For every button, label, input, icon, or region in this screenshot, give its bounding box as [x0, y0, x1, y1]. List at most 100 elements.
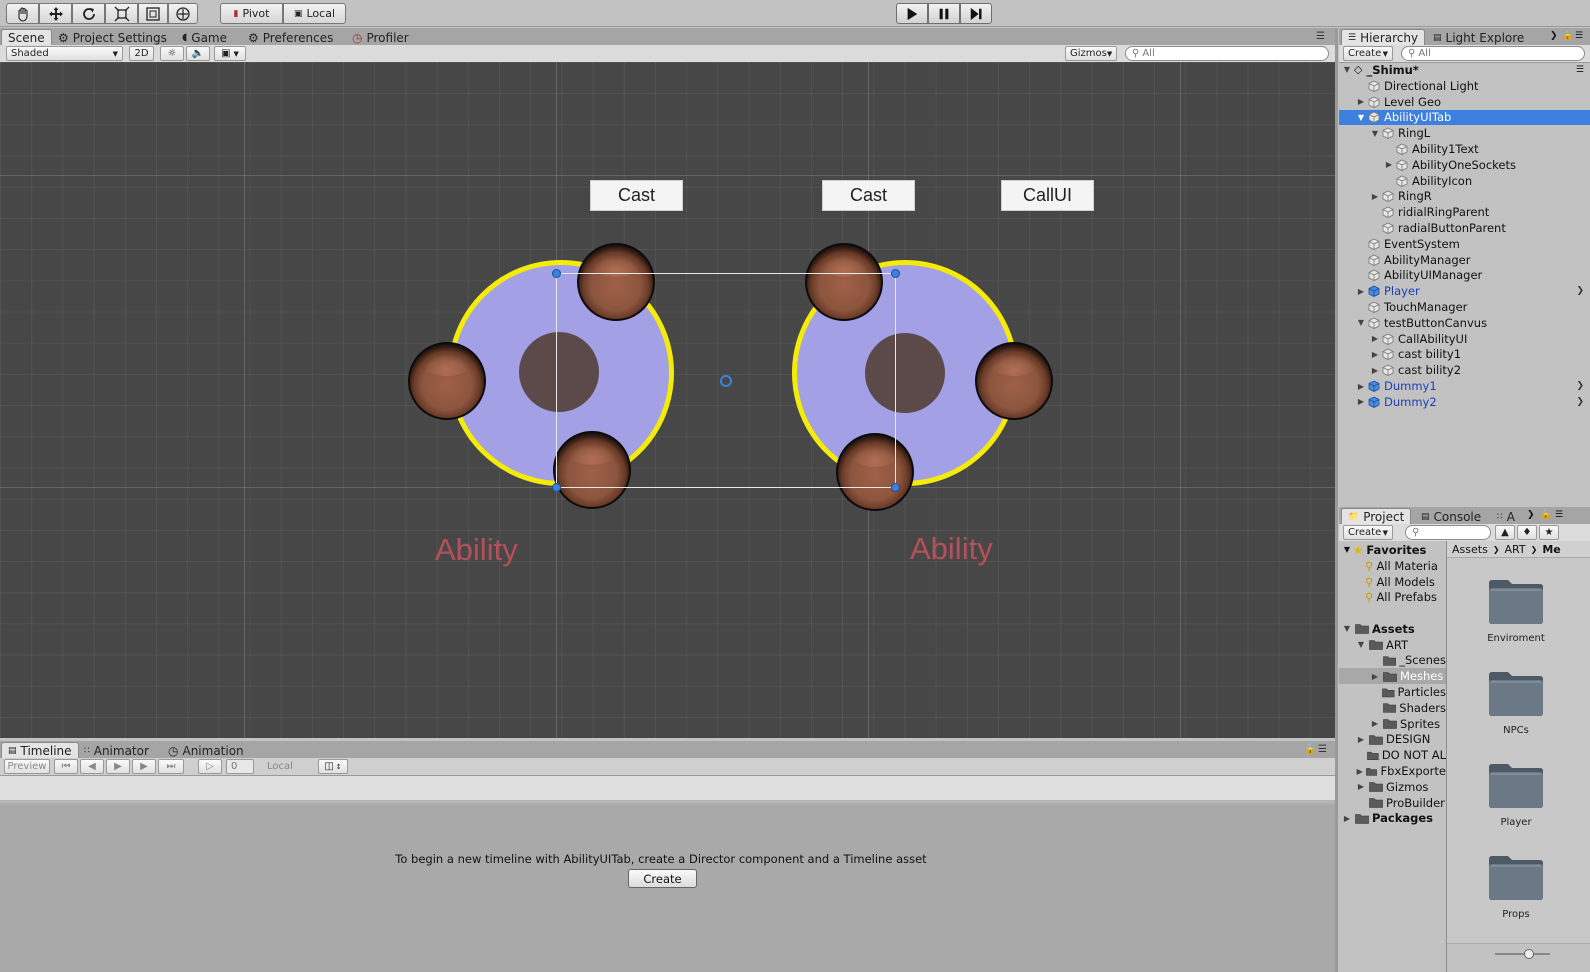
expand-arrow-icon[interactable]: ▼ — [1356, 318, 1366, 327]
tab-animation[interactable]: ◷ Animation — [162, 742, 250, 759]
collapse-arrow-icon[interactable]: ▶ — [1341, 814, 1353, 823]
tab-audio[interactable]: ∷ A — [1491, 508, 1521, 525]
hierarchy-item[interactable]: ▶ Player ❯ — [1339, 283, 1590, 299]
expand-arrow-icon[interactable]: ▼ — [1356, 113, 1366, 122]
tab-project-settings[interactable]: ⚙ Project Settings — [52, 29, 173, 46]
next-frame-button[interactable]: ▶ — [132, 759, 156, 774]
rect-handle[interactable] — [552, 483, 561, 492]
icon-size-slider-track[interactable] — [1495, 953, 1550, 955]
call-ui-button[interactable]: CallUI — [1001, 180, 1094, 211]
panel-menu-icon[interactable]: ☰ — [1316, 31, 1325, 42]
filter-type-button[interactable]: ▲ — [1495, 525, 1515, 540]
effects-dropdown[interactable]: ▣ ▼ — [214, 46, 246, 61]
hierarchy-item[interactable]: ▶ RingR — [1339, 189, 1590, 205]
tab-light-explorer[interactable]: ▤ Light Explore — [1427, 29, 1530, 46]
favorite-item[interactable]: ⚲ All Materia — [1339, 558, 1438, 574]
panel-menu-icon[interactable]: ☰ — [1318, 744, 1327, 755]
hierarchy-item[interactable]: ▼ AbilityUITab — [1339, 109, 1590, 126]
chevron-right-icon[interactable]: ❯ — [1576, 286, 1584, 296]
project-create-dropdown[interactable]: Create ▼ — [1343, 525, 1393, 540]
2d-toggle[interactable]: 2D — [129, 46, 154, 61]
preview-button[interactable]: Preview — [4, 759, 50, 774]
hierarchy-item[interactable]: ▶ Dummy1 ❯ — [1339, 378, 1590, 394]
create-timeline-button[interactable]: Create — [628, 869, 697, 888]
lock-icon[interactable]: 🔒 — [1540, 510, 1551, 520]
collapse-arrow-icon[interactable]: ▶ — [1384, 160, 1394, 169]
tab-timeline[interactable]: ▤ Timeline — [1, 742, 79, 759]
chevron-right-icon[interactable]: ❯ — [1527, 510, 1535, 520]
favorite-button[interactable]: ★ — [1539, 525, 1559, 540]
play-button[interactable] — [896, 3, 928, 24]
collapse-arrow-icon[interactable]: ▶ — [1355, 767, 1364, 776]
tree-item[interactable]: DO NOT AL — [1339, 747, 1446, 763]
favorite-item[interactable]: ⚲ All Prefabs — [1339, 590, 1437, 606]
tree-item[interactable]: Particles — [1339, 684, 1446, 700]
scene-view[interactable]: Cast Cast CallUI Ability Ability — [0, 62, 1335, 738]
hierarchy-item[interactable]: ridialRingParent — [1339, 204, 1590, 220]
collapse-arrow-icon[interactable]: ▶ — [1356, 382, 1366, 391]
panel-splitter[interactable] — [1335, 28, 1338, 972]
scale-tool-button[interactable] — [105, 3, 138, 24]
scene-root-row[interactable]: ▼ ◇ _Shimu* ☰ — [1339, 62, 1590, 78]
tab-game[interactable]: ◖ Game — [176, 29, 233, 46]
lighting-toggle[interactable]: ☼ — [160, 46, 184, 61]
tree-item[interactable]: ▶ DESIGN — [1339, 732, 1446, 748]
hierarchy-item[interactable]: ▶ CallAbilityUI — [1339, 331, 1590, 347]
breadcrumb-item[interactable]: Assets — [1452, 543, 1488, 556]
move-tool-button[interactable] — [39, 3, 72, 24]
lock-icon[interactable]: 🔒 — [1562, 31, 1573, 41]
collapse-arrow-icon[interactable]: ▶ — [1356, 287, 1366, 296]
tab-scene[interactable]: Scene — [1, 29, 52, 46]
favorite-item[interactable]: ⚲ All Models — [1339, 574, 1435, 590]
folder-tile[interactable]: Player — [1486, 761, 1546, 828]
hierarchy-item[interactable]: AbilityIcon — [1339, 173, 1590, 189]
favorites-row[interactable]: ▼ ★ Favorites — [1339, 542, 1427, 558]
ability-socket[interactable] — [408, 342, 486, 420]
breadcrumb-item[interactable]: ART — [1505, 543, 1526, 556]
rect-handle[interactable] — [891, 483, 900, 492]
collapse-arrow-icon[interactable]: ▶ — [1370, 192, 1380, 201]
hierarchy-search-input[interactable]: ⚲ All — [1401, 46, 1585, 61]
tree-item[interactable]: ▶ Gizmos — [1339, 779, 1446, 795]
tree-item[interactable]: ▶ Packages — [1339, 811, 1446, 827]
collapse-arrow-icon[interactable]: ▶ — [1355, 735, 1367, 744]
breadcrumb-item[interactable]: Me — [1542, 543, 1560, 556]
transform-tool-button[interactable] — [168, 3, 198, 24]
collapse-arrow-icon[interactable]: ▶ — [1369, 719, 1381, 728]
timeline-options-dropdown[interactable]: ◫ ↕ — [318, 759, 348, 774]
expand-arrow-icon[interactable]: ▼ — [1341, 624, 1353, 633]
rotate-tool-button[interactable] — [72, 3, 105, 24]
chevron-right-icon[interactable]: ❯ — [1550, 31, 1558, 41]
hierarchy-item[interactable]: ▼ testButtonCanvus — [1339, 315, 1590, 331]
tab-preferences[interactable]: ⚙ Preferences — [242, 29, 339, 46]
hierarchy-create-dropdown[interactable]: Create ▼ — [1343, 46, 1393, 61]
tree-item[interactable]: ProBuilder — [1339, 795, 1446, 811]
gizmos-dropdown[interactable]: Gizmos ▼ — [1065, 46, 1117, 61]
tab-console[interactable]: ▤ Console — [1415, 508, 1487, 525]
folder-tile[interactable]: Enviroment — [1486, 577, 1546, 644]
shading-mode-dropdown[interactable]: Shaded ▼ — [6, 46, 123, 61]
pivot-toggle-button[interactable]: ▮ Pivot — [220, 3, 283, 24]
cast-button-2[interactable]: Cast — [822, 180, 915, 211]
tree-item[interactable]: _Scenes — [1339, 653, 1446, 669]
cast-button-1[interactable]: Cast — [590, 180, 683, 211]
collapse-arrow-icon[interactable]: ▶ — [1370, 350, 1380, 359]
scene-search-input[interactable]: ⚲ All — [1125, 46, 1329, 61]
collapse-arrow-icon[interactable]: ▶ — [1370, 334, 1380, 343]
filter-label-button[interactable]: ♦ — [1517, 525, 1537, 540]
tab-project[interactable]: 📁 Project — [1341, 508, 1412, 525]
tree-item[interactable]: ▼ Assets — [1339, 621, 1446, 637]
hierarchy-item[interactable]: ▶ AbilityOneSockets — [1339, 157, 1590, 173]
hierarchy-item[interactable]: Ability1Text — [1339, 141, 1590, 157]
lock-icon[interactable]: 🔒 — [1304, 744, 1316, 755]
pivot-handle[interactable] — [720, 375, 732, 387]
hierarchy-item[interactable]: ▶ Dummy2 ❯ — [1339, 394, 1590, 410]
hierarchy-item[interactable]: EventSystem — [1339, 236, 1590, 252]
folder-tile[interactable]: Props — [1486, 853, 1546, 920]
hierarchy-item[interactable]: AbilityManager — [1339, 252, 1590, 268]
range-toggle[interactable]: ▷ — [198, 759, 222, 774]
chevron-right-icon[interactable]: ❯ — [1576, 381, 1584, 391]
folder-tile[interactable]: NPCs — [1486, 669, 1546, 736]
tree-item[interactable]: Shaders — [1339, 700, 1446, 716]
panel-menu-icon[interactable]: ☰ — [1575, 31, 1583, 41]
